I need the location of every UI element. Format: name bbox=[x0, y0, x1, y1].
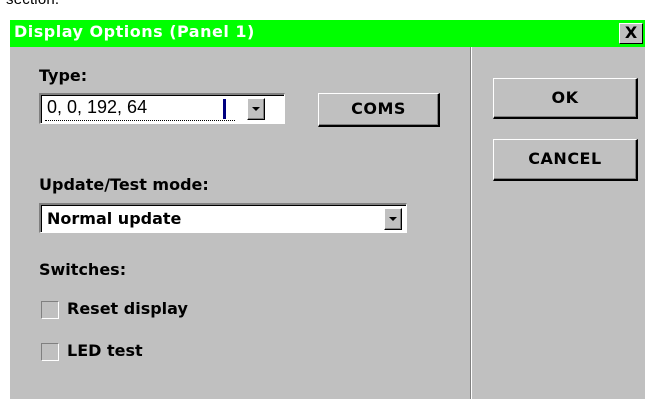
ok-button[interactable]: OK bbox=[493, 78, 638, 119]
update-mode-dropdown-button[interactable] bbox=[384, 208, 402, 230]
type-label: Type: bbox=[39, 66, 88, 85]
update-mode-label: Update/Test mode: bbox=[39, 175, 209, 194]
type-combo-value[interactable]: 0, 0, 192, 64 bbox=[47, 97, 147, 118]
cropped-text: section. bbox=[6, 0, 59, 8]
chevron-down-icon bbox=[252, 107, 260, 111]
text-caret bbox=[223, 99, 226, 119]
reset-display-checkbox[interactable] bbox=[41, 301, 59, 319]
switches-label: Switches: bbox=[39, 260, 127, 279]
chevron-down-icon bbox=[389, 217, 397, 221]
led-test-label[interactable]: LED test bbox=[67, 341, 143, 360]
update-mode-value: Normal update bbox=[47, 209, 182, 228]
focus-underline bbox=[45, 120, 235, 121]
led-test-checkbox[interactable] bbox=[41, 343, 59, 361]
coms-button[interactable]: COMS bbox=[318, 93, 440, 127]
dialog-title: Display Options (Panel 1) bbox=[14, 22, 255, 41]
type-dropdown-button[interactable] bbox=[247, 98, 265, 120]
close-button[interactable]: X bbox=[619, 23, 643, 44]
update-mode-select[interactable]: Normal update bbox=[39, 203, 407, 233]
dialog-window: Display Options (Panel 1) X Type: 0, 0, … bbox=[10, 20, 645, 399]
title-bar: Display Options (Panel 1) X bbox=[10, 20, 645, 47]
close-icon: X bbox=[624, 23, 638, 42]
cancel-button[interactable]: CANCEL bbox=[493, 139, 638, 181]
top-strip: section. bbox=[0, 0, 645, 20]
type-combo[interactable]: 0, 0, 192, 64 bbox=[39, 93, 285, 124]
reset-display-label[interactable]: Reset display bbox=[67, 299, 188, 318]
panel-divider-highlight bbox=[471, 47, 472, 399]
